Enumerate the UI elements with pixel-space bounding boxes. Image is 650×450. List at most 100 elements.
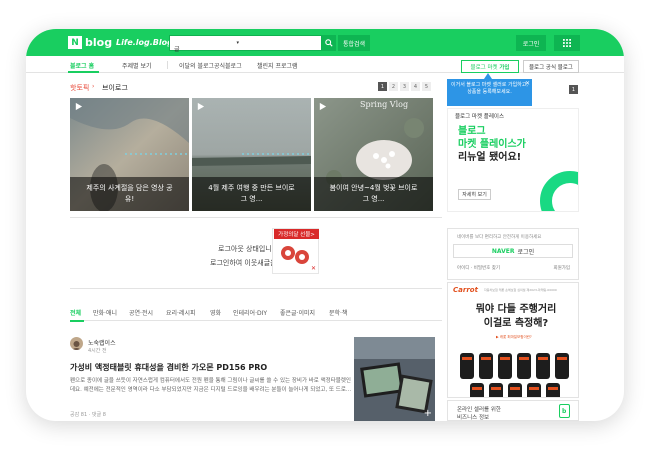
close-icon[interactable]: ✕ <box>525 80 530 87</box>
category-tab[interactable]: 문학·책 <box>329 308 347 317</box>
ad-headline: 블로그 마켓 플레이스가 리뉴얼 됐어요! <box>458 125 526 164</box>
market-tooltip: 이거서 블로그 마켓 셀러로 가입하고, 상품을 등록해보세요. ✕ <box>447 79 532 106</box>
search-input[interactable] <box>170 41 321 56</box>
gift-promo-banner[interactable]: 가정의달 선물> ✕ <box>272 228 319 274</box>
device-image <box>498 353 512 379</box>
promo-badge: 가정의달 선물> <box>274 229 319 239</box>
video-card[interactable]: 제주의 사계절을 담은 영상 공유! <box>70 98 189 211</box>
carrot-logo: Carrot <box>453 286 478 294</box>
official-blog-button[interactable]: 블로그 공식 블로그 <box>523 60 579 73</box>
nav-official-blog[interactable]: 공식블로그 <box>214 61 242 70</box>
tooltip-text: 이거서 블로그 마켓 셀러로 가입하고, 상품을 등록해보세요. <box>451 82 528 95</box>
device-image <box>527 383 541 397</box>
ad-line-3: 리뉴얼 됐어요! <box>458 152 522 163</box>
category-tab[interactable]: 요리·레시피 <box>166 308 196 317</box>
post-time: 4시간 전 <box>88 348 107 354</box>
nav-divider <box>167 61 168 69</box>
page-button[interactable]: 2 <box>389 82 398 91</box>
ad-subtext: ▶ 캐롯 퍼마일보험이란? <box>496 335 532 339</box>
browser-frame: N blog Life.log.Blog ▾ 통합검색 로그인 블로그 홈 주제… <box>26 29 624 421</box>
market-join-prefix: 블로그 마켓 <box>470 64 498 71</box>
naver-blog-logo[interactable]: N blog <box>68 36 112 49</box>
naver-wordmark: NAVER <box>491 247 515 255</box>
device-image <box>489 383 503 397</box>
device-image <box>470 383 484 397</box>
video-caption: 봄이여 안녕~4월 벚꽃 브이로그 영... <box>314 177 433 211</box>
decorative-arc-shape <box>540 171 578 211</box>
nav-challenge[interactable]: 챌린지 프로그램 <box>257 61 298 70</box>
device-image <box>460 353 474 379</box>
device-image <box>517 353 531 379</box>
video-overlay-title: Spring Vlog <box>360 100 409 109</box>
nav-active-underline <box>68 71 99 73</box>
search-button[interactable] <box>322 35 336 51</box>
category-tab[interactable]: 만화·애니 <box>93 308 117 317</box>
market-ad-banner[interactable]: 블로그 마켓 플레이스 블로그 마켓 플레이스가 리뉴얼 됐어요! 자세히 보기 <box>447 108 579 212</box>
market-join-button[interactable]: 블로그 마켓 가입 <box>461 60 519 73</box>
category-tab-all[interactable]: 전체 <box>70 308 81 317</box>
device-image <box>555 353 569 379</box>
avatar[interactable] <box>70 337 83 350</box>
grid-icon <box>563 39 571 47</box>
category-tab[interactable]: 인테리어·DIY <box>233 308 267 317</box>
hot-topic-name[interactable]: 브이로그 <box>102 83 128 93</box>
shopping-bag-icon: b <box>559 404 570 418</box>
ad-question-line-2: 이걸로 측정해? <box>483 318 549 329</box>
category-tab[interactable]: 영화 <box>210 308 221 317</box>
search-box[interactable]: ▾ <box>169 35 322 56</box>
post-excerpt[interactable]: 펜으로 종이에 글을 쓰듯이 자연스럽게 컴퓨터에서도 전원 펜을 통해 그림이… <box>70 377 354 395</box>
category-active-underline <box>70 320 84 322</box>
ad-disclaimer: 자동차보험 캐롯 손해보험 심의필 제2023-마케팅-00000 <box>484 288 557 292</box>
nav-topic-view[interactable]: 주제별 보기 <box>122 61 152 70</box>
naver-login-box: 네이버를 보다 편리하고 안전하게 이용하세요 NAVER 로그인 아이디 · … <box>447 228 579 280</box>
login-button[interactable]: 로그인 <box>516 35 546 51</box>
apps-button[interactable] <box>554 35 580 51</box>
nav-monthly-blog[interactable]: 이달의 블로그 <box>179 61 214 70</box>
device-image <box>536 353 550 379</box>
page-button[interactable]: 4 <box>411 82 420 91</box>
promo-close-icon[interactable]: ✕ <box>311 265 316 272</box>
find-id-password-link[interactable]: 아이디 · 비밀번호 찾기 <box>457 265 500 271</box>
search-icon <box>325 39 333 47</box>
online-seller-banner[interactable]: 온라인 셀러를 위한 비즈니스 정보 b <box>447 400 579 421</box>
ad-detail-button[interactable]: 자세히 보기 <box>458 189 491 200</box>
ad-question-line-1: 뭐야 다들 주행거리 <box>475 304 557 315</box>
post-title[interactable]: 가성비 액정태블릿 휴대성을 겸비한 가오몬 PD156 PRO <box>70 362 267 373</box>
category-tab[interactable]: 좋은글·이미지 <box>280 308 315 317</box>
page-button[interactable]: 3 <box>400 82 409 91</box>
login-box-hint: 네이버를 보다 편리하고 안전하게 이용하세요 <box>457 235 542 240</box>
play-icon <box>197 102 205 111</box>
total-search-button[interactable]: 통합검색 <box>338 35 370 51</box>
device-image <box>479 353 493 379</box>
ad-line-1: 블로그 <box>458 126 486 137</box>
ad-question: 뭐야 다들 주행거리 이걸로 측정해? <box>466 303 566 331</box>
carrot-insurance-ad[interactable]: Carrot 자동차보험 캐롯 손해보험 심의필 제2023-마케팅-00000… <box>447 282 579 398</box>
video-card[interactable]: 4월 제주 여행 중 만든 브이로그 영... <box>192 98 311 211</box>
page-button[interactable]: 1 <box>378 82 387 91</box>
tagline: Life.log.Blog <box>116 38 173 47</box>
chevron-right-icon: › <box>92 83 95 90</box>
logout-status-text: 로그아웃 상태입니 <box>218 245 272 253</box>
device-image <box>546 383 560 397</box>
ad-small-title: 블로그 마켓 플레이스 <box>455 114 505 120</box>
video-card[interactable]: Spring Vlog 봄이여 안녕~4월 벚꽃 브이로그 영... <box>314 98 433 211</box>
post-stats: 공감 81 · 댓글 8 <box>70 412 106 418</box>
post-author[interactable]: 노숙랩이스 <box>88 338 116 347</box>
hot-topic-pager: 1 2 3 4 5 <box>378 82 431 91</box>
ad-page-indicator[interactable]: 1 <box>569 85 578 94</box>
logo-text: blog <box>85 36 113 49</box>
nav-blog-home[interactable]: 블로그 홈 <box>70 61 94 70</box>
naver-login-label: 로그인 <box>517 248 535 256</box>
search-dropdown-icon[interactable]: ▾ <box>236 40 239 46</box>
add-icon[interactable]: + <box>424 408 432 419</box>
category-tab[interactable]: 공연·전시 <box>129 308 153 317</box>
online-line-2: 비즈니스 정보 <box>457 415 490 421</box>
login-prompt-area: 로그아웃 상태입니 로그인하여 이웃새글을 확 <box>70 217 442 289</box>
post-thumbnail[interactable]: + <box>354 337 435 421</box>
signup-link[interactable]: 회원가입 <box>553 265 570 271</box>
page-button[interactable]: 5 <box>422 82 431 91</box>
hot-topic-label: 핫토픽 <box>70 84 90 92</box>
category-tabs: 전체 만화·애니 공연·전시 요리·레시피 영화 인테리어·DIY 좋은글·이미… <box>70 305 442 321</box>
video-caption: 4월 제주 여행 중 만든 브이로그 영... <box>192 177 311 211</box>
naver-login-button[interactable]: NAVER 로그인 <box>453 244 573 258</box>
